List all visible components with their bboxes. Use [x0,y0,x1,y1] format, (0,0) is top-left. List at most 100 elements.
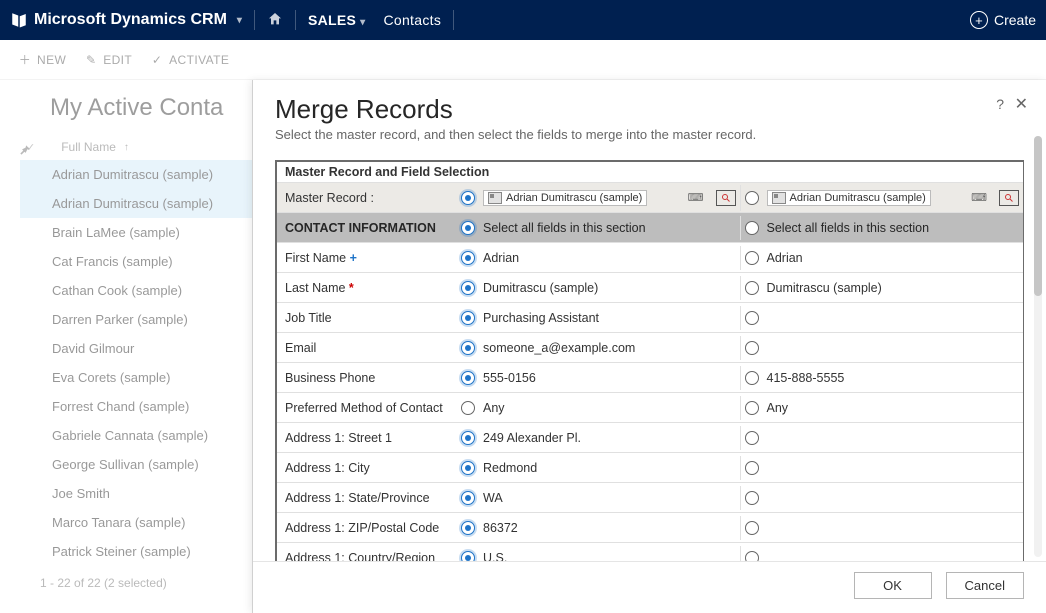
field-option-b[interactable] [740,336,1024,360]
keyboard-icon[interactable]: ⌨ [688,191,704,204]
field-value: WA [483,491,503,505]
field-label: Last Name * [277,276,457,300]
radio-icon[interactable] [461,461,475,475]
radio-icon[interactable] [461,551,475,562]
field-option-a[interactable]: 555-0156 [457,366,740,390]
field-row: Last Name *Dumitrascu (sample)Dumitrascu… [277,272,1023,302]
radio-icon[interactable] [745,251,759,265]
field-option-a[interactable]: Purchasing Assistant [457,306,740,330]
radio-icon[interactable] [745,521,759,535]
field-option-b[interactable]: Any [740,396,1024,420]
radio-icon[interactable] [745,341,759,355]
field-row: Job TitlePurchasing Assistant [277,302,1023,332]
pencil-icon: ✎ [84,53,98,67]
radio-icon[interactable] [745,311,759,325]
contact-card-icon [772,192,786,204]
radio-icon[interactable] [745,221,759,235]
field-value: someone_a@example.com [483,341,635,355]
field-value: U.S. [483,551,507,562]
radio-icon[interactable] [745,431,759,445]
nav-area[interactable]: SALES▾ [308,12,366,28]
radio-icon[interactable] [745,491,759,505]
close-icon[interactable]: ✕ [1015,94,1028,114]
master-label: Master Record : [277,186,457,210]
section-master: Master Record and Field Selection [277,162,1023,182]
field-option-a[interactable]: 249 Alexander Pl. [457,426,740,450]
radio-icon[interactable] [745,401,759,415]
field-row: Preferred Method of Contact Any Any [277,392,1023,422]
chevron-down-icon: ▾ [237,15,242,26]
radio-icon[interactable] [461,311,475,325]
radio-icon[interactable] [461,401,475,415]
field-value: Dumitrascu (sample) [767,281,882,295]
field-option-b[interactable]: Adrian [740,246,1024,270]
field-option-b[interactable] [740,426,1024,450]
select-all-b[interactable]: Select all fields in this section [740,216,1024,240]
divider [453,10,454,30]
field-value: Any [483,401,505,415]
contact-card-icon [488,192,502,204]
field-option-b[interactable] [740,516,1024,540]
field-option-b[interactable]: Dumitrascu (sample) [740,276,1024,300]
radio-icon[interactable] [461,341,475,355]
field-label: Address 1: City [277,456,457,480]
radio-icon[interactable] [745,281,759,295]
radio-icon[interactable] [745,371,759,385]
keyboard-icon[interactable]: ⌨ [971,191,987,204]
ok-button[interactable]: OK [854,572,932,599]
select-all-a[interactable]: Select all fields in this section [457,216,740,240]
field-option-b[interactable] [740,306,1024,330]
radio-icon[interactable] [461,251,475,265]
section-contact-info: CONTACT INFORMATION Select all fields in… [277,212,1023,242]
field-row: Emailsomeone_a@example.com [277,332,1023,362]
help-icon[interactable]: ? [996,96,1004,112]
radio-icon[interactable] [461,431,475,445]
master-option-b[interactable]: Adrian Dumitrascu (sample) ⌨ [740,185,1024,211]
radio-icon[interactable] [461,221,475,235]
field-option-b[interactable]: 415-888-5555 [740,366,1024,390]
lookup-icon[interactable] [716,190,736,206]
lookup-icon[interactable] [999,190,1019,206]
field-option-b[interactable] [740,546,1024,562]
cmd-edit[interactable]: ✎EDIT [84,53,132,67]
radio-icon[interactable] [461,191,475,205]
radio-icon[interactable] [461,521,475,535]
cmd-activate[interactable]: ✓ACTIVATE [150,53,229,67]
field-option-a[interactable]: Adrian [457,246,740,270]
field-option-a[interactable]: someone_a@example.com [457,336,740,360]
radio-icon[interactable] [745,551,759,562]
dialog-title: Merge Records [275,94,1024,125]
field-row: First Name +AdrianAdrian [277,242,1023,272]
field-row: Business Phone555-0156415-888-5555 [277,362,1023,392]
field-label: Preferred Method of Contact [277,396,457,420]
cancel-button[interactable]: Cancel [946,572,1024,599]
field-label: Address 1: State/Province [277,486,457,510]
product-logo[interactable]: Microsoft Dynamics CRM ▾ [10,11,242,29]
field-option-b[interactable] [740,456,1024,480]
field-option-a[interactable]: Any [457,396,740,420]
home-icon[interactable] [267,11,283,30]
nav-entity[interactable]: Contacts [383,12,441,28]
pin-icon[interactable] [18,143,32,160]
radio-icon[interactable] [461,281,475,295]
create-button[interactable]: + Create [970,11,1036,29]
radio-icon[interactable] [461,371,475,385]
command-bar: ＋NEW ✎EDIT ✓ACTIVATE [0,40,1046,80]
cmd-new[interactable]: ＋NEW [18,53,66,67]
merge-dialog: Merge Records Select the master record, … [252,80,1046,613]
merge-grid: Master Record and Field Selection Master… [275,160,1024,561]
field-option-a[interactable]: U.S. [457,546,740,562]
scrollbar[interactable] [1034,136,1042,557]
radio-icon[interactable] [745,461,759,475]
field-option-b[interactable] [740,486,1024,510]
radio-icon[interactable] [745,191,759,205]
column-fullname[interactable]: Full Name [61,140,116,154]
field-option-a[interactable]: WA [457,486,740,510]
plus-circle-icon: + [970,11,988,29]
radio-icon[interactable] [461,491,475,505]
field-option-a[interactable]: 86372 [457,516,740,540]
master-option-a[interactable]: Adrian Dumitrascu (sample) ⌨ [457,185,740,211]
field-option-a[interactable]: Dumitrascu (sample) [457,276,740,300]
field-label: Address 1: Country/Region [277,546,457,562]
field-option-a[interactable]: Redmond [457,456,740,480]
